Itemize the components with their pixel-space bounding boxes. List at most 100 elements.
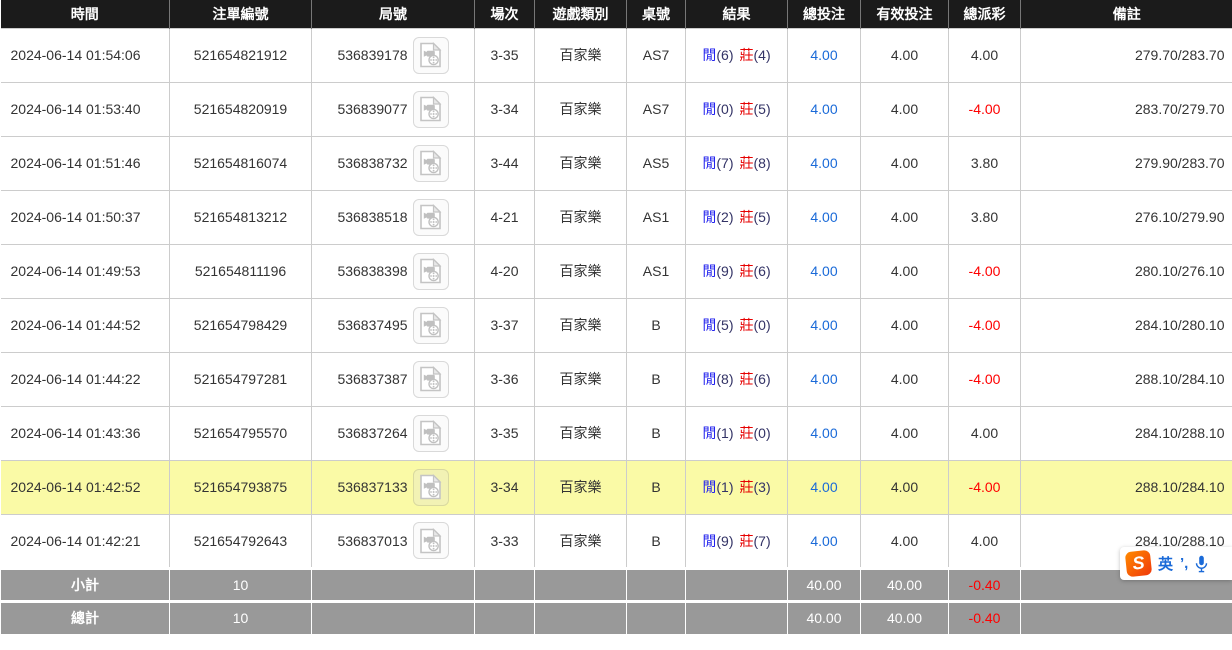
round-wrap: 536837133: [312, 469, 474, 506]
video-replay-icon: [417, 527, 444, 555]
bet-id-cell: 521654798429: [170, 298, 312, 352]
microphone-icon[interactable]: [1195, 555, 1208, 573]
round-wrap: 536838518: [312, 199, 474, 236]
table-row[interactable]: 2024-06-14 01:49:53 521654811196 5368383…: [1, 244, 1232, 298]
table-row[interactable]: 2024-06-14 01:51:46 521654816074 5368387…: [1, 136, 1232, 190]
summary-empty-cell: [686, 601, 788, 634]
player-label: 閒: [702, 317, 716, 333]
session-cell: 3-36: [475, 352, 535, 406]
game-type-cell: 百家樂: [535, 298, 627, 352]
video-replay-icon: [417, 365, 444, 393]
result-cell: 閒5莊0: [686, 298, 788, 352]
banker-label: 莊: [740, 155, 754, 171]
video-replay-icon: [417, 203, 444, 231]
round-cell: 536838398: [312, 244, 475, 298]
result-cell: 閒0莊5: [686, 82, 788, 136]
game-type-cell: 百家樂: [535, 28, 627, 82]
valid-bet-cell: 4.00: [861, 82, 949, 136]
table-row[interactable]: 2024-06-14 01:42:21 521654792643 5368370…: [1, 514, 1232, 568]
round-cell: 536837387: [312, 352, 475, 406]
video-replay-button[interactable]: [413, 361, 449, 398]
time-cell: 2024-06-14 01:42:21: [1, 514, 170, 568]
sogou-logo-icon[interactable]: S: [1125, 550, 1152, 577]
round-number: 536837264: [337, 425, 407, 441]
video-replay-button[interactable]: [413, 145, 449, 182]
header-remark: 備註: [1021, 0, 1232, 28]
game-type-cell: 百家樂: [535, 352, 627, 406]
time-cell: 2024-06-14 01:44:52: [1, 298, 170, 352]
table-body: 2024-06-14 01:54:06 521654821912 5368391…: [1, 28, 1232, 634]
video-replay-icon: [417, 473, 444, 501]
video-replay-button[interactable]: [413, 37, 449, 74]
summary-empty-cell: [686, 568, 788, 601]
remark-cell: 288.10/284.10: [1021, 352, 1232, 406]
table-row[interactable]: 2024-06-14 01:53:40 521654820919 5368390…: [1, 82, 1232, 136]
time-cell: 2024-06-14 01:51:46: [1, 136, 170, 190]
round-number: 536839178: [337, 47, 407, 63]
video-replay-button[interactable]: [413, 415, 449, 452]
banker-label: 莊: [740, 533, 754, 549]
payout-cell: 4.00: [949, 406, 1021, 460]
table-row[interactable]: 2024-06-14 01:42:52 521654793875 5368371…: [1, 460, 1232, 514]
total-bet-cell: 4.00: [788, 460, 861, 514]
video-replay-icon: [417, 311, 444, 339]
valid-bet-cell: 4.00: [861, 136, 949, 190]
summary-empty-cell: [475, 601, 535, 634]
video-replay-button[interactable]: [413, 469, 449, 506]
session-cell: 3-35: [475, 28, 535, 82]
round-cell: 536838732: [312, 136, 475, 190]
total-bet-cell: 4.00: [788, 190, 861, 244]
summary-valid-bet: 40.00: [861, 601, 949, 634]
remark-cell: 283.70/279.70: [1021, 82, 1232, 136]
round-number: 536837387: [337, 371, 407, 387]
banker-label: 莊: [740, 479, 754, 495]
ime-language-mode[interactable]: 英: [1158, 553, 1173, 574]
player-label: 閒: [702, 371, 716, 387]
banker-label: 莊: [740, 101, 754, 117]
banker-score: 0: [754, 317, 771, 333]
video-replay-button[interactable]: [413, 91, 449, 128]
video-replay-icon: [417, 149, 444, 177]
valid-bet-cell: 4.00: [861, 352, 949, 406]
video-replay-button[interactable]: [413, 522, 449, 559]
time-cell: 2024-06-14 01:49:53: [1, 244, 170, 298]
payout-cell: -4.00: [949, 82, 1021, 136]
round-wrap: 536837387: [312, 361, 474, 398]
total-bet-cell: 4.00: [788, 244, 861, 298]
result-cell: 閒7莊8: [686, 136, 788, 190]
player-score: 2: [716, 209, 733, 225]
summary-total-bet: 40.00: [788, 601, 861, 634]
table-row[interactable]: 2024-06-14 01:44:52 521654798429 5368374…: [1, 298, 1232, 352]
table-row[interactable]: 2024-06-14 01:43:36 521654795570 5368372…: [1, 406, 1232, 460]
player-label: 閒: [702, 155, 716, 171]
round-cell: 536837495: [312, 298, 475, 352]
video-replay-button[interactable]: [413, 199, 449, 236]
total-bet-cell: 4.00: [788, 82, 861, 136]
banker-label: 莊: [740, 47, 754, 63]
player-score: 7: [716, 155, 733, 171]
table-no-cell: B: [627, 514, 686, 568]
total-bet-cell: 4.00: [788, 514, 861, 568]
round-cell: 536837013: [312, 514, 475, 568]
remark-cell: 284.10/288.10: [1021, 406, 1232, 460]
table-row[interactable]: 2024-06-14 01:50:37 521654813212 5368385…: [1, 190, 1232, 244]
table-row[interactable]: 2024-06-14 01:44:22 521654797281 5368373…: [1, 352, 1232, 406]
game-type-cell: 百家樂: [535, 190, 627, 244]
summary-payout: -0.40: [949, 601, 1021, 634]
table-row[interactable]: 2024-06-14 01:54:06 521654821912 5368391…: [1, 28, 1232, 82]
time-cell: 2024-06-14 01:42:52: [1, 460, 170, 514]
game-type-cell: 百家樂: [535, 514, 627, 568]
game-type-cell: 百家樂: [535, 136, 627, 190]
remark-cell: 279.90/283.70: [1021, 136, 1232, 190]
video-replay-icon: [417, 419, 444, 447]
ime-punctuation-toggle[interactable]: ’,: [1180, 555, 1188, 572]
ime-toolbar[interactable]: S 英 ’,: [1120, 547, 1232, 580]
payout-cell: -4.00: [949, 460, 1021, 514]
banker-score: 4: [754, 47, 771, 63]
round-wrap: 536839178: [312, 37, 474, 74]
header-total-bet: 總投注: [788, 0, 861, 28]
summary-label: 小計: [1, 568, 170, 601]
video-replay-button[interactable]: [413, 307, 449, 344]
result-cell: 閒8莊6: [686, 352, 788, 406]
video-replay-button[interactable]: [413, 253, 449, 290]
